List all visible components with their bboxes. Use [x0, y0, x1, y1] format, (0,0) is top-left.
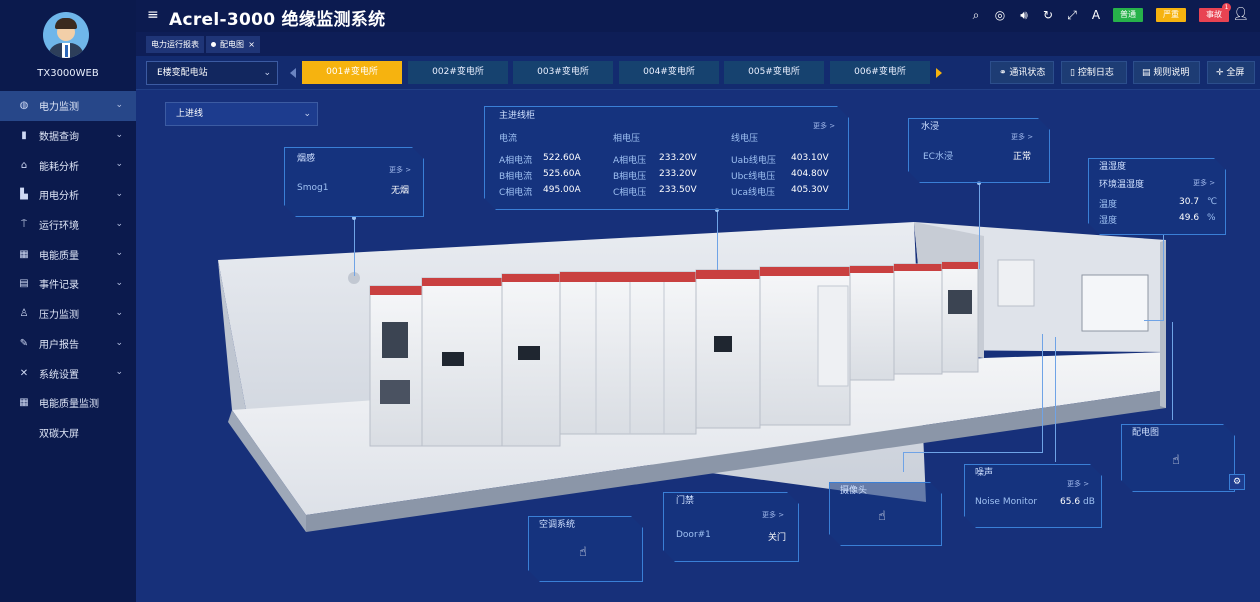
- chevron-down-icon: ⌄: [115, 129, 123, 140]
- more-link[interactable]: 更多 >: [1011, 132, 1033, 142]
- grid-icon: ▦: [19, 248, 29, 260]
- more-link[interactable]: 更多 >: [1193, 178, 1215, 188]
- diagram-scene: 上进线 ⌄ 烟感 更多 > Smog1 无烟 主进线柜 更多 > 电流 相电压 线…: [136, 90, 1260, 602]
- noise-panel[interactable]: 噪声 更多 > Noise Monitor 65.6 dB: [964, 464, 1102, 528]
- chevron-down-icon: ⌄: [115, 367, 123, 378]
- chevron-down-icon: ⌄: [115, 278, 123, 289]
- alarm-normal-badge[interactable]: 普通: [1113, 8, 1143, 22]
- sidebar-item-event-log[interactable]: ▤ 事件记录 ⌄: [0, 269, 136, 299]
- chevron-down-icon: ⌄: [115, 337, 123, 348]
- station-tab-004[interactable]: 004#变电所: [619, 61, 719, 84]
- log-icon: ▯: [1070, 68, 1078, 78]
- bar-chart-icon: ▮: [21, 130, 27, 142]
- top-bar: ≡ Acrel-3000 绝缘监测系统 ⌕ ◎ 🔊︎ ↻ ⤢ A 普通 严重 事…: [136, 0, 1260, 32]
- diagram-panel[interactable]: 配电图 ☝︎: [1121, 424, 1235, 492]
- sidebar-item-data-query[interactable]: ▮ 数据查询 ⌄: [0, 121, 136, 151]
- toolbar-icons: ⌕ ◎ 🔊︎ ↻ ⤢ A: [968, 7, 1104, 23]
- volume-icon[interactable]: 🔊︎: [1016, 7, 1032, 23]
- line-select[interactable]: 上进线 ⌄: [165, 102, 318, 126]
- chevron-down-icon: ⌄: [115, 189, 123, 200]
- chevron-down-icon: ⌄: [115, 218, 123, 229]
- sidebar-item-power-quality[interactable]: ▦ 电能质量 ⌄: [0, 239, 136, 269]
- tab-bar: 电力运行报表 配电图 ×: [136, 32, 1260, 56]
- chevron-down-icon: ⌄: [263, 68, 271, 78]
- settings-toggle-icon[interactable]: ⚙︎: [1229, 474, 1245, 490]
- comm-status-button[interactable]: ⚭ 通讯状态: [990, 61, 1054, 84]
- scroll-left-icon[interactable]: [290, 68, 296, 78]
- station-tab-002[interactable]: 002#变电所: [408, 61, 508, 84]
- more-link[interactable]: 更多 >: [762, 510, 784, 520]
- temp-humidity-panel[interactable]: 温湿度 环境温湿度 更多 > 温度 30.7 ℃ 湿度 49.6 %: [1088, 158, 1226, 235]
- control-log-button[interactable]: ▯ 控制日志: [1061, 61, 1127, 84]
- more-link[interactable]: 更多 >: [813, 121, 835, 131]
- station-tab-003[interactable]: 003#变电所: [513, 61, 613, 84]
- smoke-panel[interactable]: 烟感 更多 > Smog1 无烟: [284, 147, 424, 217]
- active-dot-icon: [211, 42, 216, 47]
- fullscreen-button[interactable]: ✛ 全屏: [1207, 61, 1255, 84]
- user-icon[interactable]: 👤︎: [1232, 7, 1249, 22]
- sidebar-item-environment[interactable]: ⍑ 运行环境 ⌄: [0, 210, 136, 240]
- chart-icon: ▙: [20, 189, 28, 201]
- door-panel[interactable]: 门禁 更多 > Door#1 关门: [663, 492, 799, 562]
- camera-panel[interactable]: 摄像头 ☝︎: [829, 482, 942, 546]
- sidebar-item-power-monitor[interactable]: ◍ 电力监测 ⌄: [0, 91, 136, 121]
- station-bar: E楼变配电站 ⌄ 001#变电所 002#变电所 003#变电所 004#变电所 …: [136, 56, 1260, 90]
- username: TX3000WEB: [37, 68, 99, 79]
- rules-button[interactable]: ▤ 规则说明: [1133, 61, 1200, 84]
- station-tab-001[interactable]: 001#变电所: [302, 61, 402, 84]
- station-select[interactable]: E楼变配电站 ⌄: [146, 61, 278, 85]
- sidebar: TX3000WEB ◍ 电力监测 ⌄ ▮ 数据查询 ⌄ ⌂ 能耗分析 ⌄ ▙ 用电分析 ⌄ ⍑ 运…: [0, 0, 136, 602]
- tools-icon: ✕: [19, 367, 29, 379]
- tab-power-report[interactable]: 电力运行报表: [146, 36, 204, 53]
- chevron-down-icon: ⌄: [115, 307, 123, 318]
- hand-pointer-icon[interactable]: ☝︎: [878, 509, 886, 524]
- ac-panel[interactable]: 空调系统 ☝︎: [528, 516, 643, 582]
- close-icon[interactable]: ×: [248, 36, 255, 53]
- more-link[interactable]: 更多 >: [389, 165, 411, 175]
- scroll-right-icon[interactable]: [936, 68, 942, 78]
- chevron-down-icon: ⌄: [115, 159, 123, 170]
- pin-icon: ⍑: [21, 219, 27, 231]
- avatar[interactable]: [43, 12, 89, 58]
- sidebar-item-carbon-screen[interactable]: 双碳大屏: [0, 418, 136, 448]
- tab-diagram[interactable]: 配电图 ×: [206, 36, 260, 53]
- hand-pointer-icon[interactable]: ☝︎: [1172, 453, 1180, 468]
- station-tab-005[interactable]: 005#变电所: [724, 61, 824, 84]
- sidebar-item-settings[interactable]: ✕ 系统设置 ⌄: [0, 358, 136, 388]
- notification-count: 1: [1222, 3, 1231, 12]
- sidebar-item-energy-analysis[interactable]: ⌂ 能耗分析 ⌄: [0, 150, 136, 180]
- help-icon[interactable]: ◎: [992, 7, 1008, 23]
- edit-icon: ✎: [19, 337, 29, 349]
- main-line-panel[interactable]: 主进线柜 更多 > 电流 相电压 线电压 A相电流 522.60A A相电压 233…: [484, 106, 849, 210]
- water-panel[interactable]: 水浸 更多 > EC水浸 正常: [908, 118, 1050, 183]
- sidebar-item-pressure[interactable]: ♙ 压力监测 ⌄: [0, 299, 136, 329]
- fullscreen-icon[interactable]: ⤢: [1064, 7, 1080, 23]
- sidebar-item-user-report[interactable]: ✎ 用户报告 ⌄: [0, 329, 136, 359]
- chevron-down-icon: ⌄: [115, 248, 123, 259]
- more-link[interactable]: 更多 >: [1067, 479, 1089, 489]
- refresh-icon[interactable]: ↻: [1040, 7, 1056, 23]
- dashboard-icon: ◍: [19, 100, 29, 112]
- app-title: Acrel-3000 绝缘监测系统: [169, 10, 386, 30]
- sidebar-menu: ◍ 电力监测 ⌄ ▮ 数据查询 ⌄ ⌂ 能耗分析 ⌄ ▙ 用电分析 ⌄ ⍑ 运行环境 ⌄ ▦ 电能质量…: [0, 91, 136, 447]
- document-icon: ▤: [19, 278, 29, 290]
- menu-toggle-icon[interactable]: ≡: [147, 7, 159, 23]
- alarm-severe-badge[interactable]: 严重: [1156, 8, 1186, 22]
- hand-pointer-icon[interactable]: ☝︎: [579, 545, 587, 560]
- gauge-icon: ♙: [19, 308, 29, 320]
- station-tab-006[interactable]: 006#变电所: [830, 61, 930, 84]
- sidebar-item-quality-monitor[interactable]: ▦ 电能质量监测: [0, 388, 136, 418]
- link-icon: ⚭: [999, 68, 1010, 78]
- document-icon: ▤: [1142, 68, 1154, 78]
- font-size-icon[interactable]: A: [1088, 7, 1104, 23]
- chevron-down-icon: ⌄: [303, 109, 311, 119]
- search-icon[interactable]: ⌕: [968, 7, 984, 23]
- sidebar-item-usage-analysis[interactable]: ▙ 用电分析 ⌄: [0, 180, 136, 210]
- grid-icon: ▦: [19, 397, 29, 409]
- chevron-down-icon: ⌄: [115, 100, 123, 110]
- home-icon: ⌂: [20, 159, 28, 171]
- plus-icon: ✛: [1216, 68, 1227, 78]
